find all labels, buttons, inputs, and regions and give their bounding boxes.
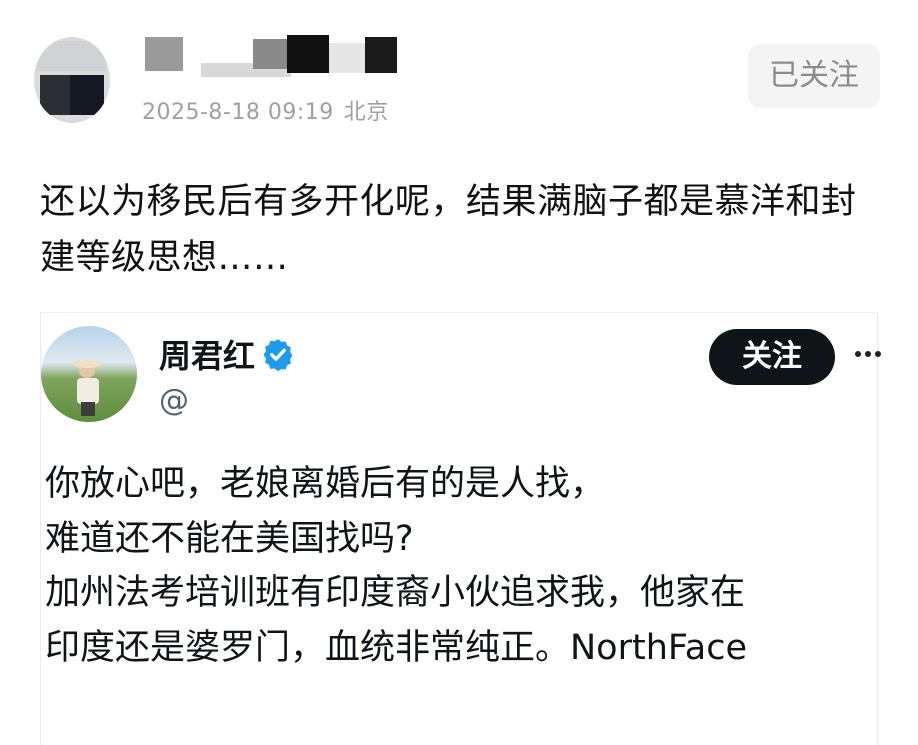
tweet-text-line: 难道还不能在美国找吗? <box>45 518 414 559</box>
author-name-redacted[interactable] <box>141 33 401 83</box>
followed-button[interactable]: 已关注 <box>748 44 880 108</box>
verified-badge-icon <box>263 339 293 371</box>
weibo-post-screenshot: 2025-8-18 09:19 北京 已关注 还以为移民后有多开化呢，结果满脑子都… <box>0 0 918 745</box>
tweet-follow-button[interactable]: 关注 <box>709 329 835 385</box>
post-location: 北京 <box>343 100 389 125</box>
tweet-text-line: 你放心吧，老娘离婚后有的是人找， <box>45 464 606 504</box>
more-horizontal-icon[interactable] <box>853 339 883 369</box>
tweet-text-line: 印度还是婆罗门，血统非常纯正。NorthFace <box>45 627 748 668</box>
author-avatar[interactable] <box>34 37 110 123</box>
tweet-text-line: 加州法考培训班有印度裔小伙追求我，他家在 <box>45 573 746 613</box>
post-meta: 2025-8-18 09:19 北京 <box>142 94 389 126</box>
post-timestamp: 2025-8-18 09:19 <box>142 100 334 125</box>
embedded-tweet-card[interactable]: 周君红 @ 关注 你放心吧，老娘离婚后有的是人找， 难道还不能在美国找吗? 加州… <box>40 312 881 745</box>
post-body-text: 还以为移民后有多开化呢，结果满脑子都是慕洋和封建等级思想…… <box>40 182 857 278</box>
tweet-author-name[interactable]: 周君红 <box>159 331 255 377</box>
tweet-author-handle[interactable]: @ <box>159 383 189 418</box>
tweet-author-avatar[interactable] <box>41 326 137 422</box>
tweet-body-text: 你放心吧，老娘离婚后有的是人找， 难道还不能在美国找吗? 加州法考培训班有印度裔… <box>45 457 877 675</box>
tweet-author-row: 周君红 <box>159 331 295 377</box>
